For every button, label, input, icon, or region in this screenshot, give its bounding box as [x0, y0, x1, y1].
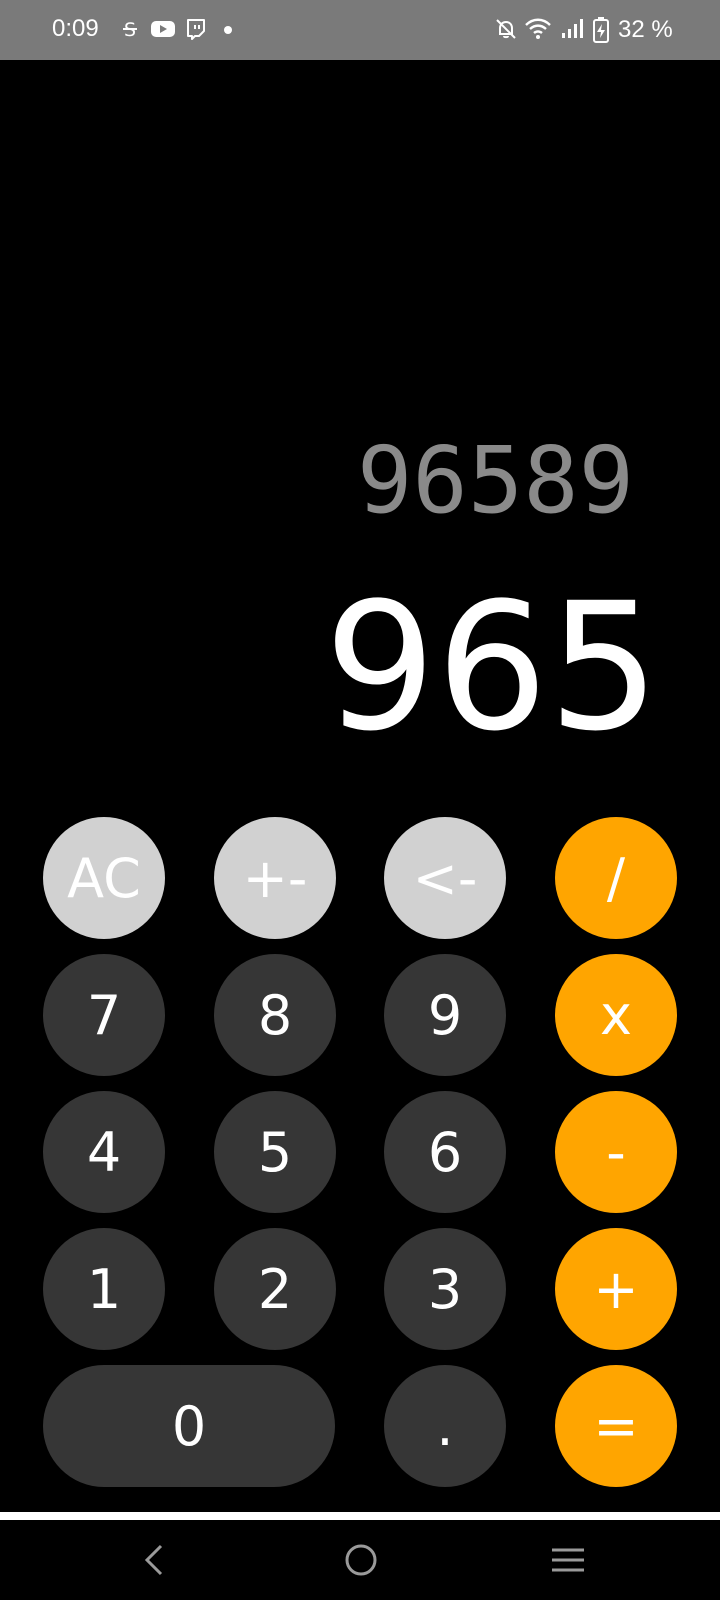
- navigation-bar: [0, 1520, 720, 1600]
- expression-display: 96589: [357, 427, 634, 534]
- strikethrough-s-icon: S: [118, 17, 142, 41]
- result-display: 965: [324, 565, 660, 770]
- calculator-display: 96589 965: [0, 60, 720, 800]
- home-icon[interactable]: [331, 1538, 391, 1582]
- multiply-button[interactable]: x: [555, 954, 677, 1076]
- status-bar: 0:09 S 32 %: [0, 0, 720, 60]
- digit-1-button[interactable]: 1: [43, 1228, 165, 1350]
- notification-dot-icon: [224, 26, 232, 34]
- battery-percentage: 32 %: [618, 16, 673, 43]
- digit-5-button[interactable]: 5: [214, 1091, 336, 1213]
- battery-charging-icon: [592, 17, 610, 43]
- digit-9-button[interactable]: 9: [384, 954, 506, 1076]
- twitch-icon: [184, 17, 208, 41]
- backspace-button[interactable]: <-: [384, 817, 506, 939]
- back-icon[interactable]: [124, 1538, 184, 1582]
- digit-2-button[interactable]: 2: [214, 1228, 336, 1350]
- recents-icon[interactable]: [538, 1538, 598, 1582]
- digit-7-button[interactable]: 7: [43, 954, 165, 1076]
- equals-button[interactable]: =: [555, 1365, 677, 1487]
- wifi-icon: [524, 17, 552, 41]
- digit-0-button[interactable]: 0: [43, 1365, 335, 1487]
- decimal-button[interactable]: .: [384, 1365, 506, 1487]
- bell-off-icon: [494, 17, 518, 41]
- digit-6-button[interactable]: 6: [384, 1091, 506, 1213]
- divide-button[interactable]: /: [555, 817, 677, 939]
- plus-minus-button[interactable]: +-: [214, 817, 336, 939]
- youtube-icon: [150, 17, 176, 41]
- subtract-button[interactable]: -: [555, 1091, 677, 1213]
- add-button[interactable]: +: [555, 1228, 677, 1350]
- status-time: 0:09: [52, 15, 99, 42]
- digit-4-button[interactable]: 4: [43, 1091, 165, 1213]
- navigation-divider: [0, 1512, 720, 1520]
- digit-3-button[interactable]: 3: [384, 1228, 506, 1350]
- digit-8-button[interactable]: 8: [214, 954, 336, 1076]
- clear-button[interactable]: AC: [43, 817, 165, 939]
- signal-icon: [560, 17, 584, 41]
